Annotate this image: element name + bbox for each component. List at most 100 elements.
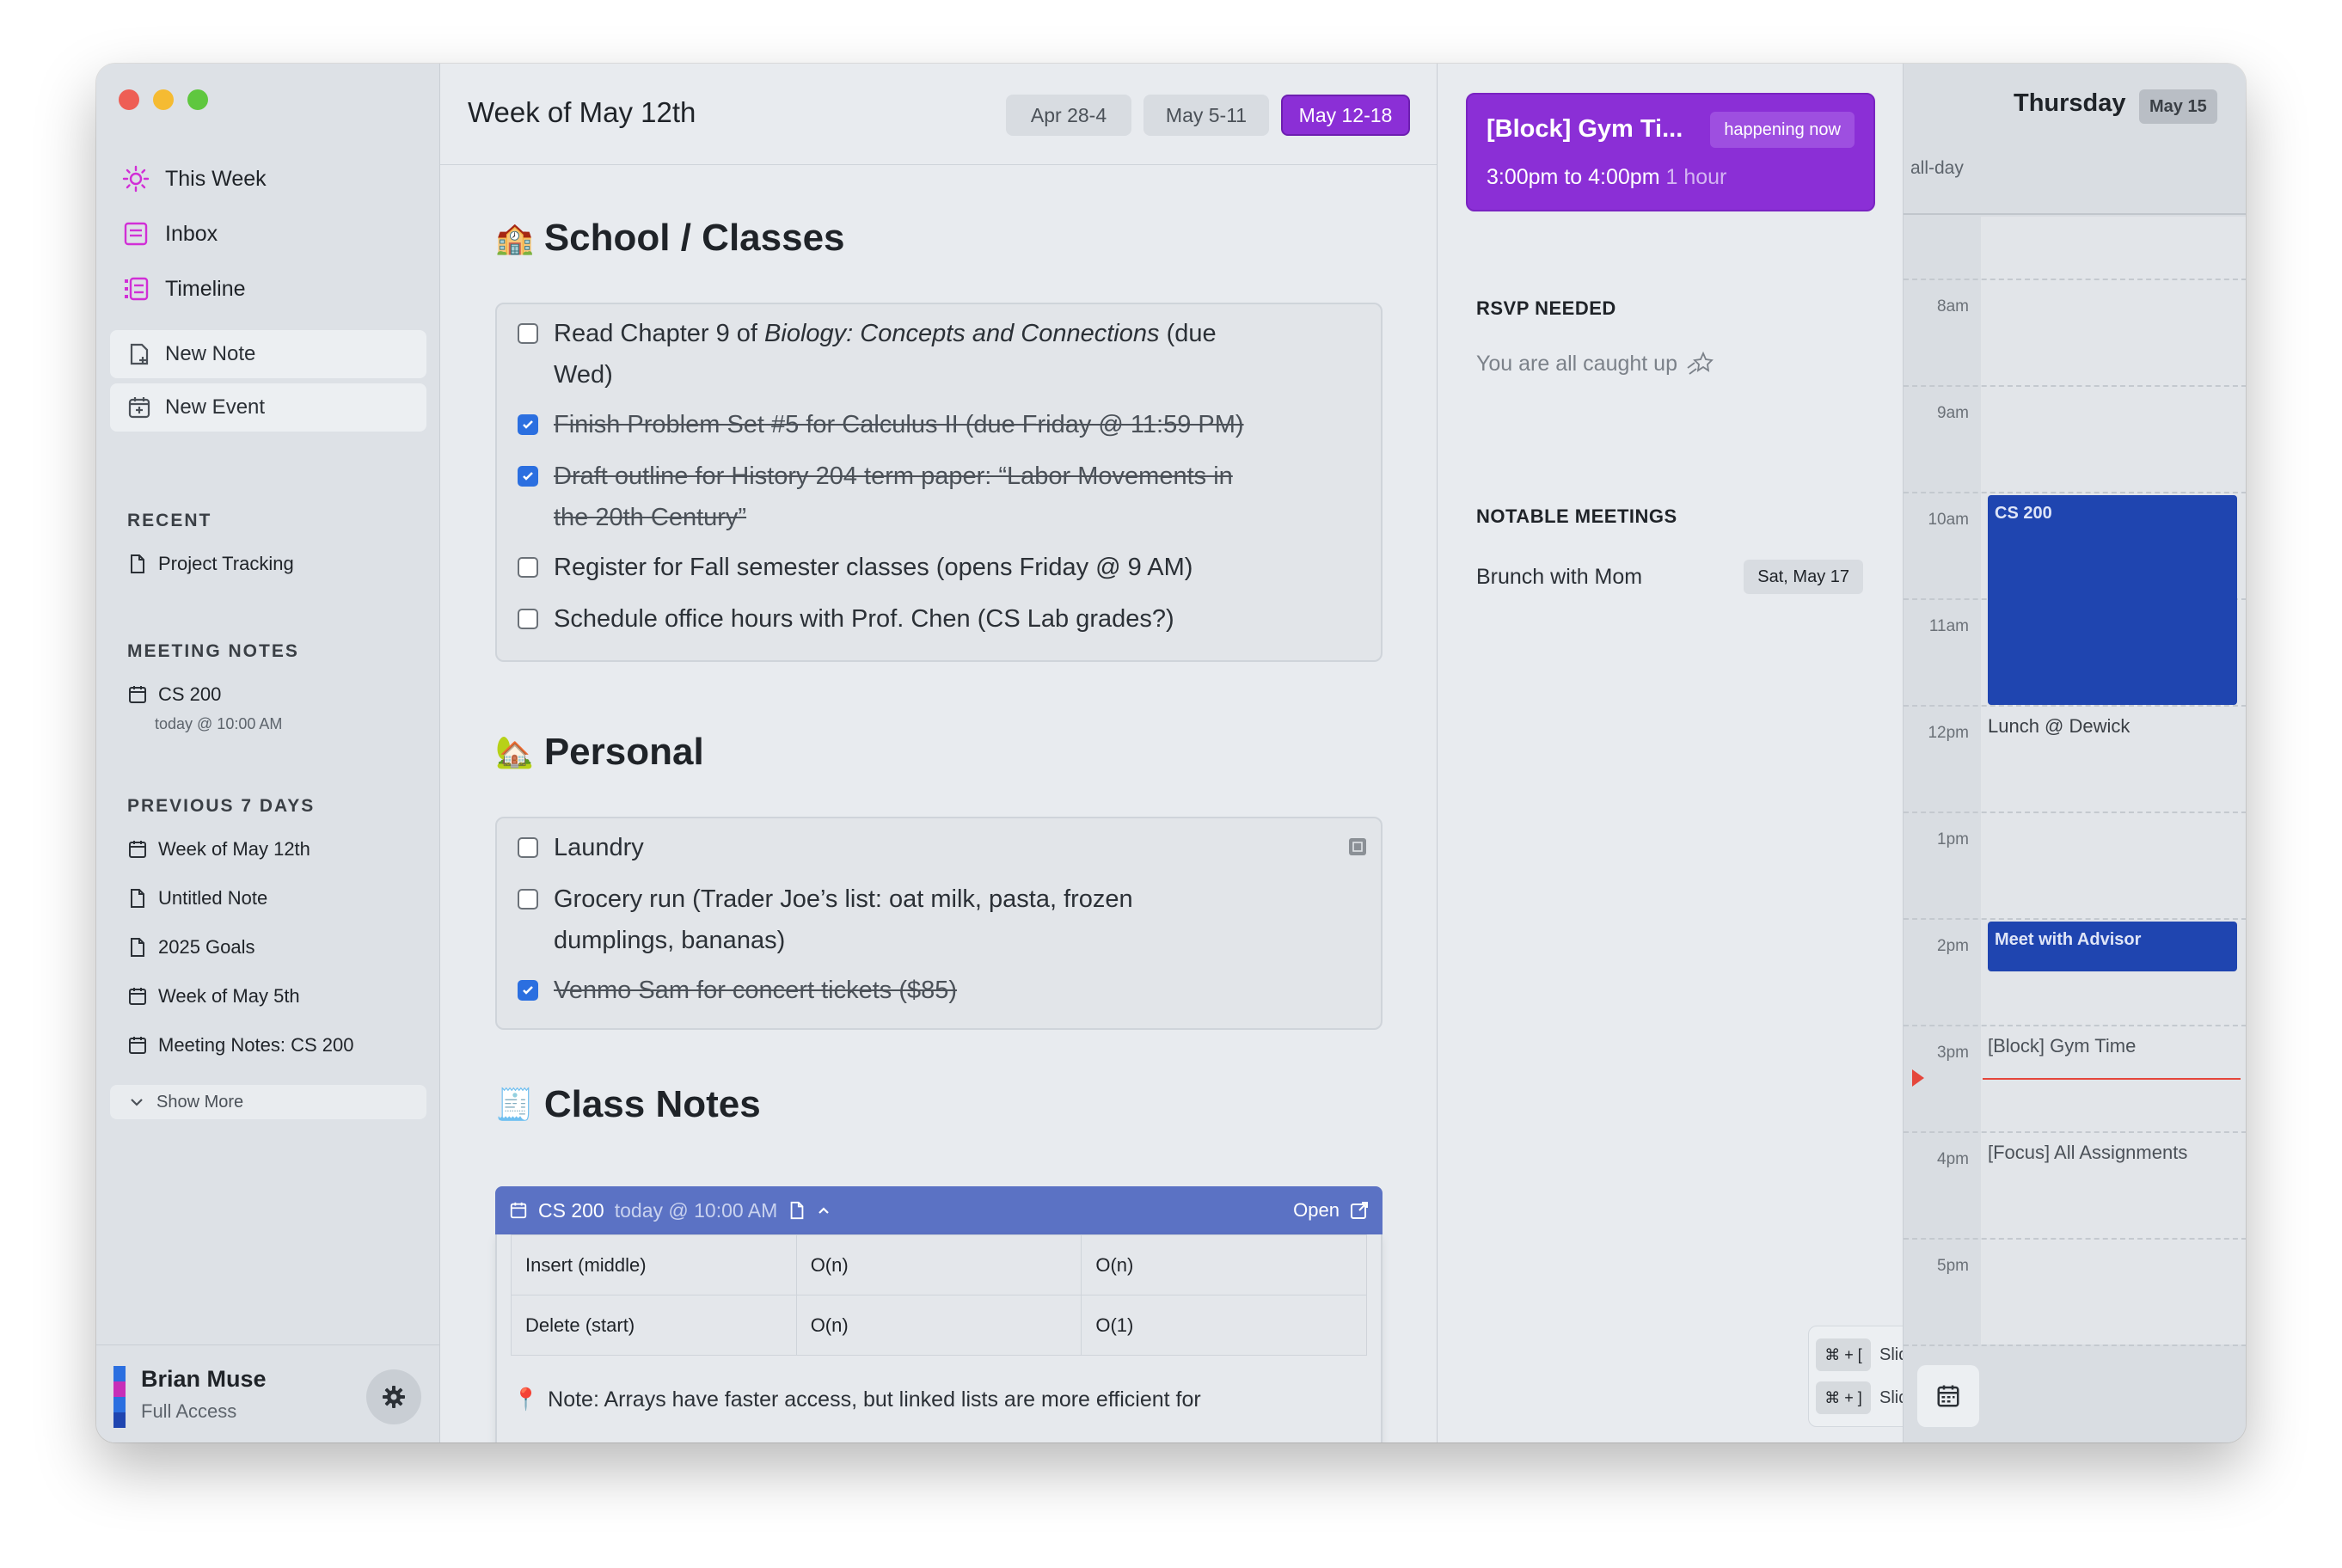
note-text: 📍 Note: Arrays have faster access, but l… (512, 1387, 1201, 1412)
week-tab-may5[interactable]: May 5-11 (1143, 95, 1269, 136)
hour-line (1904, 1238, 2246, 1240)
nav-label: This Week (165, 166, 267, 191)
agenda-panel: [Block] Gym Ti... happening now 3:00pm t… (1438, 64, 1985, 1442)
event-focus-assignments[interactable]: [Focus] All Assignments (1988, 1142, 2187, 1164)
recent-item-label: Project Tracking (158, 553, 294, 574)
zoom-window-button[interactable] (187, 89, 208, 110)
new-event-icon (128, 397, 150, 419)
user-role: Full Access (141, 1400, 237, 1422)
minimize-window-button[interactable] (153, 89, 174, 110)
task-text: Schedule office hours with Prof. Chen (C… (554, 605, 1174, 633)
task-item[interactable]: Laundry (518, 827, 644, 868)
external-link-icon (1351, 1202, 1368, 1219)
open-note-button[interactable]: Open (1293, 1199, 1369, 1222)
sparkle-star-icon (1687, 351, 1714, 375)
calendar-view-button[interactable] (1917, 1365, 1979, 1427)
document-icon[interactable] (788, 1201, 806, 1220)
prev-item-label: 2025 Goals (158, 936, 255, 958)
week-tab-apr28[interactable]: Apr 28-4 (1006, 95, 1131, 136)
task-checkbox[interactable] (518, 837, 538, 858)
task-item[interactable]: Read Chapter 9 of Biology: Concepts and … (518, 313, 1217, 395)
week-tab-may12[interactable]: May 12-18 (1281, 95, 1410, 136)
task-item[interactable]: Draft outline for History 204 term paper… (518, 456, 1233, 538)
task-checkbox[interactable] (518, 557, 538, 578)
page-title: Week of May 12th (468, 96, 696, 128)
task-item[interactable]: Schedule office hours with Prof. Chen (C… (518, 598, 1174, 640)
document-icon (131, 554, 144, 573)
table-cell: Insert (middle) (511, 1234, 797, 1295)
main-header: Week of May 12th Apr 28-4 May 5-11 May 1… (440, 64, 1437, 165)
hour-label: 3pm (1937, 1044, 1969, 1062)
caught-up-message: You are all caught up (1476, 351, 1715, 377)
nav-this-week[interactable]: This Week (122, 158, 267, 199)
nav-inbox[interactable]: Inbox (122, 213, 218, 254)
task-checkbox-checked[interactable] (518, 414, 538, 435)
calendar-icon (129, 686, 146, 703)
meeting-item-cs200[interactable]: CS 200 (127, 677, 221, 712)
event-gym-time[interactable]: [Block] Gym Time (1988, 1035, 2136, 1057)
task-item[interactable]: Venmo Sam for concert tickets ($85) (518, 970, 957, 1011)
hour-label: 1pm (1937, 830, 1969, 848)
close-window-button[interactable] (119, 89, 139, 110)
show-more-button[interactable]: Show More (110, 1085, 426, 1119)
current-event-time: 3:00pm to 4:00pm 1 hour (1487, 165, 1727, 189)
nav-timeline[interactable]: Timeline (122, 268, 246, 309)
sun-icon (122, 165, 150, 193)
task-checkbox[interactable] (518, 323, 538, 344)
task-item[interactable]: Finish Problem Set #5 for Calculus II (d… (518, 404, 1244, 445)
task-text: Draft outline for History 204 term paper… (554, 462, 1233, 531)
section-title-text: School / Classes (543, 217, 845, 259)
happening-now-badge: happening now (1710, 112, 1855, 148)
prev-item[interactable]: Week of May 5th (127, 979, 300, 1014)
prev-item[interactable]: Week of May 12th (127, 832, 310, 867)
prev-item-label: Meeting Notes: CS 200 (158, 1034, 354, 1056)
recent-item-project-tracking[interactable]: Project Tracking (127, 547, 294, 581)
hour-line (1904, 812, 2246, 813)
task-checkbox-checked[interactable] (518, 980, 538, 1001)
task-checkbox[interactable] (518, 889, 538, 910)
school-icon: 🏫 (495, 220, 534, 255)
embedded-note-body: Insert (middle) O(n) O(n) Delete (start)… (495, 1234, 1383, 1442)
prev-item[interactable]: 2025 Goals (127, 930, 255, 965)
chevron-up-icon[interactable] (817, 1204, 831, 1217)
calendar-icon (510, 1202, 527, 1219)
prev-item-label: Untitled Note (158, 887, 268, 909)
hour-label: 12pm (1928, 724, 1969, 742)
event-lunch[interactable]: Lunch @ Dewick (1988, 715, 2130, 738)
all-day-divider (1904, 213, 2246, 215)
table-row: Delete (start) O(n) O(1) (511, 1295, 1367, 1356)
prev-item[interactable]: Untitled Note (127, 881, 267, 916)
block-handle-icon[interactable] (1348, 837, 1367, 856)
task-checkbox[interactable] (518, 609, 538, 629)
sidebar: This Week Inbox Timeline New Note New Ev… (96, 64, 440, 1442)
hour-label: 10am (1928, 511, 1969, 529)
settings-button[interactable] (366, 1369, 421, 1424)
new-note-button[interactable]: New Note (110, 330, 426, 378)
table-cell: O(n) (795, 1295, 1082, 1356)
task-item[interactable]: Register for Fall semester classes (open… (518, 547, 1192, 588)
meeting-date-badge: Sat, May 17 (1744, 560, 1863, 594)
calendar-icon (1937, 1385, 1959, 1407)
note-content: Note: Arrays have faster access, but lin… (548, 1387, 1201, 1412)
user-name: Brian Muse (141, 1366, 267, 1392)
task-list-school: Read Chapter 9 of Biology: Concepts and … (495, 303, 1383, 662)
main-editor: Week of May 12th Apr 28-4 May 5-11 May 1… (440, 64, 1438, 1442)
prev-item[interactable]: Meeting Notes: CS 200 (127, 1028, 353, 1063)
task-checkbox-checked[interactable] (518, 466, 538, 487)
event-cs200[interactable]: CS 200 (1988, 495, 2237, 705)
notable-meeting-item[interactable]: Brunch with Mom Sat, May 17 (1476, 559, 1863, 595)
table-cell: Delete (start) (511, 1295, 797, 1356)
notable-meetings-heading: NOTABLE MEETINGS (1476, 505, 1677, 527)
task-text: Read Chapter 9 of Biology: Concepts and … (554, 320, 1217, 389)
calendar-icon (129, 988, 146, 1005)
new-event-button[interactable]: New Event (110, 383, 426, 432)
receipt-icon: 🧾 (495, 1087, 534, 1122)
timeline-icon (125, 277, 149, 301)
task-item[interactable]: Grocery run (Trader Joe’s list: oat milk… (518, 879, 1133, 961)
event-meet-advisor[interactable]: Meet with Advisor (1988, 922, 2237, 971)
hour-label: 11am (1928, 617, 1969, 635)
nav-label: Inbox (165, 221, 218, 246)
hour-label: 5pm (1937, 1257, 1969, 1275)
current-event-card[interactable]: [Block] Gym Ti... happening now 3:00pm t… (1466, 93, 1875, 211)
table-cell: O(n) (795, 1234, 1082, 1295)
